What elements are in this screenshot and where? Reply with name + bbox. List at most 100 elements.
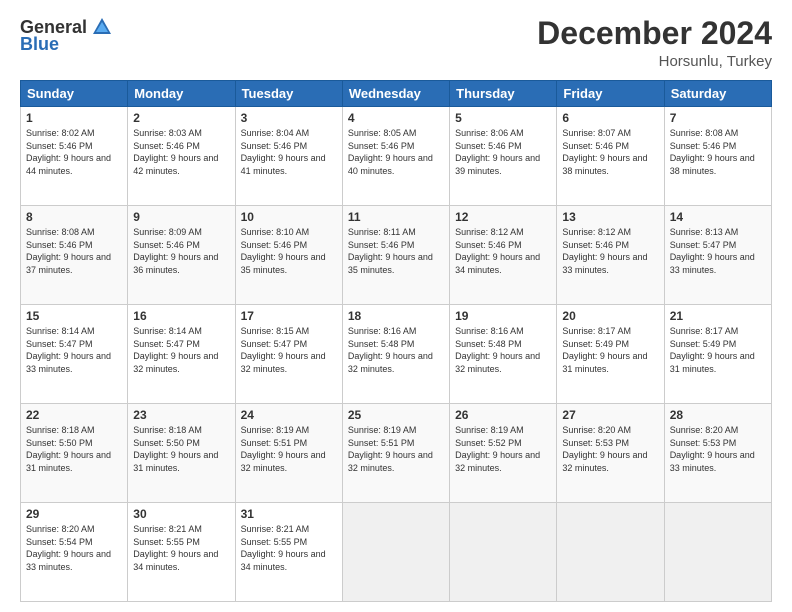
calendar-cell: 10 Sunrise: 8:10 AM Sunset: 5:46 PM Dayl…	[235, 206, 342, 305]
day-info: Sunrise: 8:14 AM Sunset: 5:47 PM Dayligh…	[133, 326, 218, 374]
header-day-sunday: Sunday	[21, 81, 128, 107]
day-info: Sunrise: 8:13 AM Sunset: 5:47 PM Dayligh…	[670, 227, 755, 275]
location-subtitle: Horsunlu, Turkey	[537, 53, 772, 70]
day-info: Sunrise: 8:12 AM Sunset: 5:46 PM Dayligh…	[562, 227, 647, 275]
week-row-1: 1 Sunrise: 8:02 AM Sunset: 5:46 PM Dayli…	[21, 107, 772, 206]
day-number: 16	[133, 309, 229, 323]
day-info: Sunrise: 8:19 AM Sunset: 5:51 PM Dayligh…	[348, 425, 433, 473]
day-number: 4	[348, 111, 444, 125]
calendar-table: SundayMondayTuesdayWednesdayThursdayFrid…	[20, 80, 772, 602]
calendar-cell: 7 Sunrise: 8:08 AM Sunset: 5:46 PM Dayli…	[664, 107, 771, 206]
day-info: Sunrise: 8:10 AM Sunset: 5:46 PM Dayligh…	[241, 227, 326, 275]
day-number: 21	[670, 309, 766, 323]
day-number: 6	[562, 111, 658, 125]
day-info: Sunrise: 8:09 AM Sunset: 5:46 PM Dayligh…	[133, 227, 218, 275]
day-number: 18	[348, 309, 444, 323]
day-info: Sunrise: 8:21 AM Sunset: 5:55 PM Dayligh…	[241, 524, 326, 572]
calendar-page: General Blue December 2024 Horsunlu, Tur…	[0, 0, 792, 612]
calendar-cell: 23 Sunrise: 8:18 AM Sunset: 5:50 PM Dayl…	[128, 404, 235, 503]
calendar-cell: 8 Sunrise: 8:08 AM Sunset: 5:46 PM Dayli…	[21, 206, 128, 305]
calendar-cell	[557, 503, 664, 602]
day-info: Sunrise: 8:14 AM Sunset: 5:47 PM Dayligh…	[26, 326, 111, 374]
day-info: Sunrise: 8:19 AM Sunset: 5:52 PM Dayligh…	[455, 425, 540, 473]
header-day-monday: Monday	[128, 81, 235, 107]
day-info: Sunrise: 8:11 AM Sunset: 5:46 PM Dayligh…	[348, 227, 433, 275]
day-info: Sunrise: 8:03 AM Sunset: 5:46 PM Dayligh…	[133, 128, 218, 176]
week-row-2: 8 Sunrise: 8:08 AM Sunset: 5:46 PM Dayli…	[21, 206, 772, 305]
day-number: 22	[26, 408, 122, 422]
day-info: Sunrise: 8:20 AM Sunset: 5:53 PM Dayligh…	[670, 425, 755, 473]
day-number: 27	[562, 408, 658, 422]
day-info: Sunrise: 8:17 AM Sunset: 5:49 PM Dayligh…	[562, 326, 647, 374]
day-number: 25	[348, 408, 444, 422]
day-number: 9	[133, 210, 229, 224]
calendar-cell: 20 Sunrise: 8:17 AM Sunset: 5:49 PM Dayl…	[557, 305, 664, 404]
day-info: Sunrise: 8:20 AM Sunset: 5:53 PM Dayligh…	[562, 425, 647, 473]
day-number: 7	[670, 111, 766, 125]
calendar-cell: 11 Sunrise: 8:11 AM Sunset: 5:46 PM Dayl…	[342, 206, 449, 305]
calendar-cell: 2 Sunrise: 8:03 AM Sunset: 5:46 PM Dayli…	[128, 107, 235, 206]
day-number: 11	[348, 210, 444, 224]
calendar-cell: 6 Sunrise: 8:07 AM Sunset: 5:46 PM Dayli…	[557, 107, 664, 206]
calendar-cell: 28 Sunrise: 8:20 AM Sunset: 5:53 PM Dayl…	[664, 404, 771, 503]
day-number: 17	[241, 309, 337, 323]
calendar-cell	[664, 503, 771, 602]
day-info: Sunrise: 8:08 AM Sunset: 5:46 PM Dayligh…	[670, 128, 755, 176]
title-block: December 2024 Horsunlu, Turkey	[537, 16, 772, 70]
calendar-cell	[450, 503, 557, 602]
day-info: Sunrise: 8:06 AM Sunset: 5:46 PM Dayligh…	[455, 128, 540, 176]
day-number: 12	[455, 210, 551, 224]
day-number: 8	[26, 210, 122, 224]
calendar-cell: 19 Sunrise: 8:16 AM Sunset: 5:48 PM Dayl…	[450, 305, 557, 404]
header-day-tuesday: Tuesday	[235, 81, 342, 107]
day-number: 29	[26, 507, 122, 521]
day-number: 13	[562, 210, 658, 224]
day-info: Sunrise: 8:16 AM Sunset: 5:48 PM Dayligh…	[455, 326, 540, 374]
day-number: 5	[455, 111, 551, 125]
header-day-saturday: Saturday	[664, 81, 771, 107]
calendar-cell: 12 Sunrise: 8:12 AM Sunset: 5:46 PM Dayl…	[450, 206, 557, 305]
day-info: Sunrise: 8:07 AM Sunset: 5:46 PM Dayligh…	[562, 128, 647, 176]
calendar-cell: 15 Sunrise: 8:14 AM Sunset: 5:47 PM Dayl…	[21, 305, 128, 404]
day-number: 3	[241, 111, 337, 125]
week-row-4: 22 Sunrise: 8:18 AM Sunset: 5:50 PM Dayl…	[21, 404, 772, 503]
calendar-cell	[342, 503, 449, 602]
calendar-cell: 31 Sunrise: 8:21 AM Sunset: 5:55 PM Dayl…	[235, 503, 342, 602]
day-number: 19	[455, 309, 551, 323]
header-day-wednesday: Wednesday	[342, 81, 449, 107]
day-info: Sunrise: 8:20 AM Sunset: 5:54 PM Dayligh…	[26, 524, 111, 572]
day-number: 14	[670, 210, 766, 224]
day-number: 23	[133, 408, 229, 422]
header-day-thursday: Thursday	[450, 81, 557, 107]
day-number: 30	[133, 507, 229, 521]
calendar-cell: 18 Sunrise: 8:16 AM Sunset: 5:48 PM Dayl…	[342, 305, 449, 404]
header: General Blue December 2024 Horsunlu, Tur…	[20, 16, 772, 70]
day-number: 24	[241, 408, 337, 422]
header-day-friday: Friday	[557, 81, 664, 107]
day-info: Sunrise: 8:15 AM Sunset: 5:47 PM Dayligh…	[241, 326, 326, 374]
calendar-cell: 17 Sunrise: 8:15 AM Sunset: 5:47 PM Dayl…	[235, 305, 342, 404]
day-info: Sunrise: 8:19 AM Sunset: 5:51 PM Dayligh…	[241, 425, 326, 473]
day-info: Sunrise: 8:16 AM Sunset: 5:48 PM Dayligh…	[348, 326, 433, 374]
calendar-cell: 24 Sunrise: 8:19 AM Sunset: 5:51 PM Dayl…	[235, 404, 342, 503]
calendar-cell: 21 Sunrise: 8:17 AM Sunset: 5:49 PM Dayl…	[664, 305, 771, 404]
calendar-cell: 26 Sunrise: 8:19 AM Sunset: 5:52 PM Dayl…	[450, 404, 557, 503]
day-info: Sunrise: 8:21 AM Sunset: 5:55 PM Dayligh…	[133, 524, 218, 572]
day-info: Sunrise: 8:04 AM Sunset: 5:46 PM Dayligh…	[241, 128, 326, 176]
day-number: 26	[455, 408, 551, 422]
week-row-5: 29 Sunrise: 8:20 AM Sunset: 5:54 PM Dayl…	[21, 503, 772, 602]
calendar-cell: 5 Sunrise: 8:06 AM Sunset: 5:46 PM Dayli…	[450, 107, 557, 206]
calendar-cell: 1 Sunrise: 8:02 AM Sunset: 5:46 PM Dayli…	[21, 107, 128, 206]
day-number: 10	[241, 210, 337, 224]
week-row-3: 15 Sunrise: 8:14 AM Sunset: 5:47 PM Dayl…	[21, 305, 772, 404]
calendar-cell: 9 Sunrise: 8:09 AM Sunset: 5:46 PM Dayli…	[128, 206, 235, 305]
calendar-cell: 25 Sunrise: 8:19 AM Sunset: 5:51 PM Dayl…	[342, 404, 449, 503]
day-number: 15	[26, 309, 122, 323]
calendar-cell: 4 Sunrise: 8:05 AM Sunset: 5:46 PM Dayli…	[342, 107, 449, 206]
day-info: Sunrise: 8:18 AM Sunset: 5:50 PM Dayligh…	[26, 425, 111, 473]
calendar-cell: 14 Sunrise: 8:13 AM Sunset: 5:47 PM Dayl…	[664, 206, 771, 305]
calendar-cell: 29 Sunrise: 8:20 AM Sunset: 5:54 PM Dayl…	[21, 503, 128, 602]
day-info: Sunrise: 8:05 AM Sunset: 5:46 PM Dayligh…	[348, 128, 433, 176]
day-info: Sunrise: 8:12 AM Sunset: 5:46 PM Dayligh…	[455, 227, 540, 275]
calendar-cell: 3 Sunrise: 8:04 AM Sunset: 5:46 PM Dayli…	[235, 107, 342, 206]
